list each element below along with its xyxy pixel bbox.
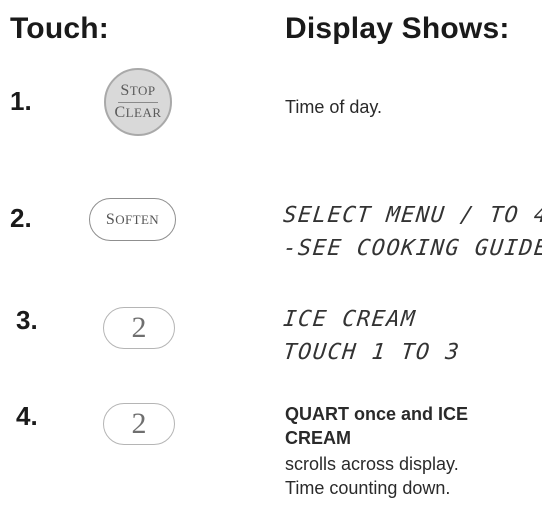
step-4-display-bold-line-1: QUART once and ICE — [285, 404, 469, 424]
step-2-lcd-line-1: SELECT MENU / TO 4 - — [281, 203, 542, 228]
clear-label-cap: C — [114, 103, 126, 121]
step-4-number: 4. — [16, 401, 38, 431]
display-shows-header: Display Shows: — [285, 12, 510, 45]
step-4-display-line-3: scrolls across display. — [285, 454, 459, 474]
stop-clear-divider — [118, 101, 158, 103]
step-1-display-text: Time of day. — [285, 97, 383, 117]
stop-label-rest: TOP — [129, 82, 156, 98]
step-3-number: 3. — [16, 305, 38, 335]
soften-label-cap: S — [105, 210, 116, 228]
step-3-lcd-line-1: ICE CREAM — [281, 307, 418, 332]
step-4-display-bold-line-2: CREAM — [285, 428, 351, 448]
stop-clear-button[interactable]: STOP CLEAR — [104, 68, 172, 136]
soften-button[interactable]: S OFTEN — [89, 198, 176, 241]
clear-label-rest: LEAR — [125, 104, 162, 120]
touch-header: Touch: — [10, 12, 109, 45]
step-3-lcd-line-2: TOUCH 1 TO 3 — [281, 340, 462, 365]
number-2-button[interactable]: 2 — [103, 307, 175, 349]
step-2-lcd-line-2: -SEE COOKING GUIDE — [281, 236, 542, 261]
soften-label-rest: OFTEN — [115, 211, 160, 227]
stop-label-cap: S — [120, 81, 130, 99]
step-2-number: 2. — [10, 203, 32, 233]
step-1-number: 1. — [10, 86, 32, 116]
step-4-display-line-4: Time counting down. — [285, 478, 451, 498]
number-2-button[interactable]: 2 — [103, 403, 175, 445]
